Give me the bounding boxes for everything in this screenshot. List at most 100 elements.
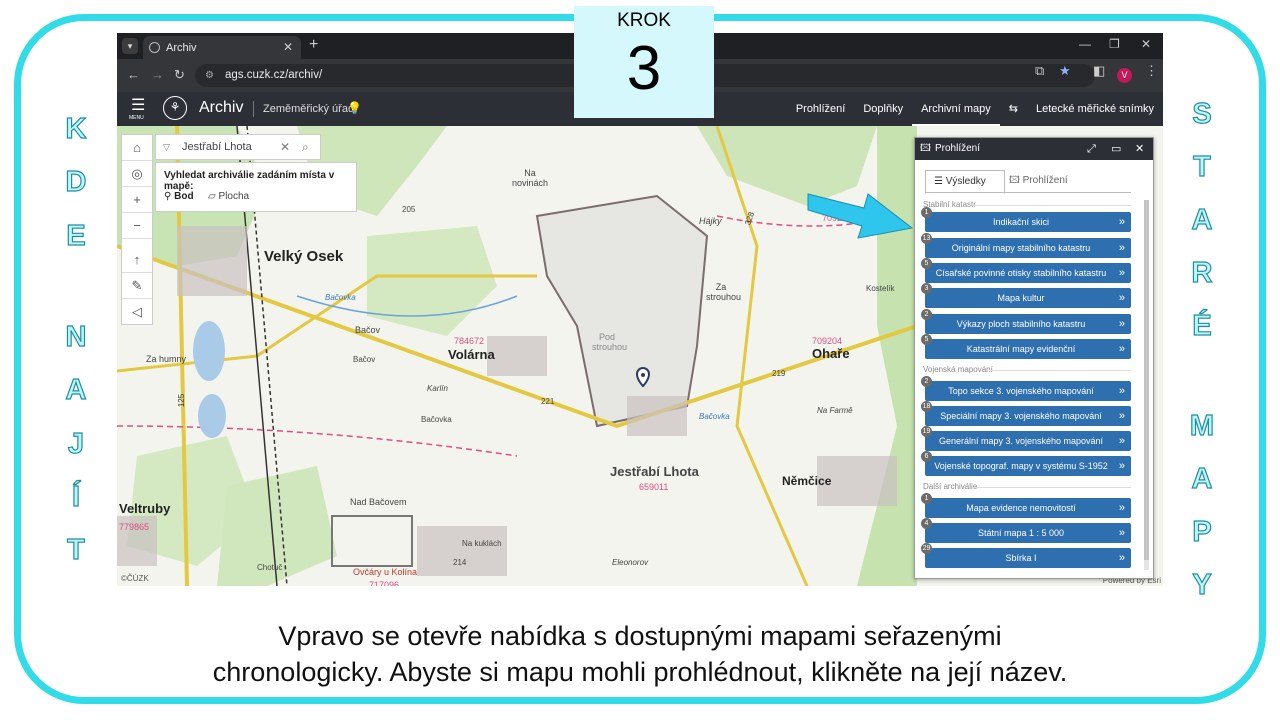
home-icon[interactable]: ⌂ [122, 135, 152, 161]
clear-search-icon[interactable]: ✕ [280, 135, 290, 159]
map-series-button[interactable]: Císařské povinné otisky stabilního katas… [925, 263, 1131, 283]
map-series-button[interactable]: Indikační skici » [925, 212, 1131, 232]
cadastre-code: 709204 [812, 336, 843, 346]
north-arrow-icon[interactable]: ↑ [122, 247, 152, 273]
side-panel-icon[interactable]: ◧ [1093, 63, 1105, 79]
back-icon[interactable]: ← [127, 67, 140, 82]
chevrons-right-icon: » [1118, 502, 1125, 514]
place-label: Volárna [448, 347, 495, 362]
tab-prohlizeni[interactable]: 🖾 Prohlížení [1001, 170, 1076, 192]
chevrons-right-icon: » [1118, 410, 1125, 422]
zoom-in-button[interactable]: + [122, 187, 152, 213]
pointer-arrow-icon [807, 193, 914, 239]
side-text-kde-najit: K D E N A J Í T [60, 114, 92, 565]
map-series-button[interactable]: Generální mapy 3. vojenského mapování » [925, 431, 1131, 451]
search-option-point-label: Bod [174, 191, 194, 202]
step-box: KROK 3 [574, 6, 714, 118]
side-letter: Í [71, 480, 81, 513]
place-label: Veltruby [119, 501, 171, 516]
nav-archivni-mapy[interactable]: Archivní mapy [912, 92, 1000, 126]
place-label: Hájky [699, 216, 722, 226]
count-badge: 4 [921, 518, 932, 529]
map-series-button[interactable]: Sbírka I » [925, 548, 1131, 568]
hamburger-menu-icon[interactable]: ☰ [131, 98, 149, 114]
step-number: 3 [626, 34, 662, 103]
scrollbar-thumb[interactable] [1144, 200, 1149, 560]
search-icon[interactable]: ⌕ [302, 135, 309, 159]
count-badge: 2 [921, 376, 932, 387]
count-badge: 18 [921, 401, 932, 412]
zoom-out-button[interactable]: − [122, 213, 152, 239]
map-series-button[interactable]: Státní mapa 1 : 5 000 » [925, 523, 1131, 543]
map-series-label: Vojenské topograf. mapy v systému S-1952 [934, 461, 1108, 471]
new-tab-button[interactable]: + [309, 36, 318, 54]
point-pin-icon: ⚲ [164, 191, 172, 202]
profile-avatar[interactable]: V [1117, 68, 1132, 83]
lightbulb-icon[interactable]: 💡 [347, 101, 362, 115]
map-series-label: Císařské povinné otisky stabilního katas… [935, 268, 1107, 278]
results-panel: 🖾 Prohlížení ⤢ ▭ ✕ ☰ Výsledky 🖾 Prohlíže… [914, 137, 1154, 579]
search-options: Vyhledat archiválie zadáním místa v mapě… [155, 162, 357, 212]
elevation-label: 205 [402, 205, 416, 214]
nav-letecke-snimky[interactable]: Letecké měřické snímky [1027, 92, 1163, 126]
forward-icon[interactable]: → [151, 67, 164, 82]
browser-tab[interactable]: Archiv ✕ [143, 36, 301, 59]
image-icon: 🖾 [920, 143, 931, 154]
expand-icon[interactable]: ⤢ [1087, 138, 1096, 160]
map-series-button[interactable]: Výkazy ploch stabilního katastru » [925, 314, 1131, 334]
section-divider [973, 487, 1131, 488]
chevrons-right-icon: » [1118, 267, 1125, 279]
side-letter: Y [1192, 568, 1213, 601]
swap-icon[interactable]: ⇆ [1000, 92, 1027, 126]
chevrons-right-icon: » [1118, 216, 1125, 228]
close-window-icon[interactable]: ✕ [1141, 37, 1151, 51]
place-label: Na kuklách [462, 539, 502, 548]
map-series-label: Katastrální mapy evidenční [966, 344, 1076, 354]
map-series-button[interactable]: Mapa kultur » [925, 288, 1131, 308]
cast-icon[interactable]: ⧉ [1035, 63, 1044, 79]
panel-title: Prohlížení [935, 143, 981, 154]
site-info-icon[interactable]: ⚙ [205, 64, 214, 87]
tab-search-button[interactable]: ▾ [122, 38, 138, 54]
tab-close-icon[interactable]: ✕ [283, 40, 293, 54]
chevrons-right-icon: » [1118, 242, 1125, 254]
place-label: Bačov [353, 355, 376, 364]
side-letter: A [1191, 463, 1213, 496]
search-mode-toggle-icon[interactable]: ▽ [163, 135, 170, 159]
map-series-button[interactable]: Speciální mapy 3. vojenského mapování » [925, 406, 1131, 426]
more-menu-icon[interactable]: ⋮ [1145, 63, 1158, 79]
place-label: Eleonorov [612, 558, 649, 567]
maximize-icon[interactable]: ▭ [1111, 138, 1121, 160]
header-divider [253, 101, 254, 117]
map-series-button[interactable]: Vojenské topograf. mapy v systému S-1952… [925, 456, 1131, 476]
map-view[interactable]: Velký Osek Volárna Jestřabí Lhota Veltru… [117, 126, 1163, 586]
restore-icon[interactable]: ❐ [1109, 37, 1120, 51]
search-input[interactable]: Jestřabí Lhota [182, 135, 252, 159]
locate-icon[interactable]: ◎ [122, 161, 152, 187]
map-series-button[interactable]: Mapa evidence nemovitostí » [925, 498, 1131, 518]
map-series-button[interactable]: Katastrální mapy evidenční » [925, 339, 1131, 359]
measure-icon[interactable]: ◁ [122, 299, 152, 324]
place-label: Nad Bačovem [350, 497, 407, 507]
panel-scrollbar[interactable] [1144, 200, 1149, 570]
side-letter: J [67, 427, 85, 460]
edit-icon[interactable]: ✎ [122, 273, 152, 299]
map-series-button[interactable]: Topo sekce 3. vojenského mapování » [925, 381, 1131, 401]
chevrons-right-icon: » [1118, 460, 1125, 472]
cadastre-code: 659011 [639, 482, 669, 492]
reload-icon[interactable]: ↻ [174, 67, 185, 83]
nav-doplnky[interactable]: Doplňky [854, 92, 912, 126]
close-panel-icon[interactable]: ✕ [1135, 138, 1144, 160]
map-series-button[interactable]: Originální mapy stabilního katastru » [925, 238, 1131, 258]
map-series-label: Generální mapy 3. vojenského mapování [938, 436, 1104, 446]
search-box: ▽ Jestřabí Lhota ✕ ⌕ [155, 134, 321, 160]
search-option-area[interactable]: ▱ Plocha [208, 191, 249, 202]
search-option-point[interactable]: ⚲ Bod [164, 191, 194, 202]
minimize-icon[interactable]: — [1079, 37, 1091, 51]
place-label: Jestřabí Lhota [610, 464, 699, 479]
map-series-label: Výkazy ploch stabilního katastru [956, 319, 1086, 329]
nav-prohlizeni[interactable]: Prohlížení [787, 92, 855, 126]
caption-line-2: chronologicky. Abyste si mapu mohli proh… [212, 657, 1068, 687]
tab-vysledky[interactable]: ☰ Výsledky [925, 170, 1005, 194]
bookmark-star-icon[interactable]: ★ [1059, 63, 1071, 79]
